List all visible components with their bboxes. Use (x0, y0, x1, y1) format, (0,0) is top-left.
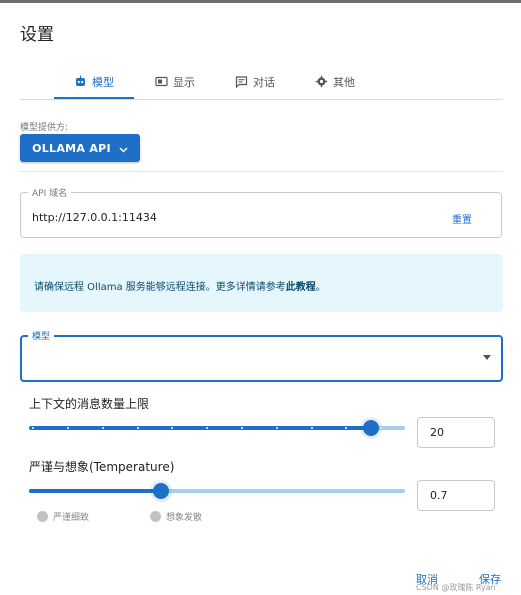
reset-button[interactable]: 重置 (452, 211, 472, 226)
hint-rigorous: 严谨细致 (37, 510, 89, 523)
lightbulb-icon (150, 511, 161, 522)
slider-track (29, 426, 371, 430)
provider-value: OLLAMA API (32, 141, 111, 155)
model-select[interactable] (20, 335, 503, 382)
tab-display[interactable]: 显示 (140, 65, 210, 98)
hint-imaginative: 想象发散 (150, 510, 202, 523)
robot-icon (74, 75, 87, 88)
tab-model-label: 模型 (92, 75, 114, 89)
provider-label: 模型提供方: (20, 123, 69, 133)
tab-other-label: 其他 (333, 75, 355, 89)
slider-mark (345, 427, 347, 429)
hint-imaginative-label: 想象发散 (166, 513, 203, 523)
context-limit-title: 上下文的消息数量上限 (29, 397, 150, 411)
tab-other[interactable]: 其他 (300, 65, 370, 98)
tab-model[interactable]: 模型 (54, 65, 134, 98)
gear-icon (315, 75, 328, 88)
temperature-title: 严谨与想象(Temperature) (29, 460, 175, 474)
context-limit-input[interactable]: 20 (417, 417, 495, 448)
slider-mark (67, 427, 69, 429)
settings-dialog: 设置 模型 显示 对话 其他 模型提供方: OLLAMA API API 域名 … (0, 3, 521, 595)
hint-rigorous-label: 严谨细致 (53, 513, 90, 523)
slider-mark (102, 427, 104, 429)
model-select-label: 模型 (28, 329, 55, 342)
tutorial-link[interactable]: 此教程 (286, 282, 316, 293)
slider-mark (380, 427, 382, 429)
dropdown-caret-icon[interactable] (483, 355, 491, 360)
tab-bar: 模型 显示 对话 其他 (0, 65, 503, 101)
rigorous-icon (37, 511, 48, 522)
chevron-down-icon (119, 144, 128, 153)
api-host-label: API 域名 (28, 186, 72, 199)
slider-mark (32, 427, 34, 429)
dialog-title: 设置 (20, 25, 54, 45)
chat-icon (235, 75, 248, 89)
slider-thumb[interactable] (363, 420, 379, 436)
watermark: CSDN @玫瑰陈 Ryan (416, 583, 496, 592)
tab-bar-divider (20, 99, 503, 100)
info-text-suffix: 。 (315, 282, 326, 293)
api-host-value[interactable]: http://127.0.0.1:11434 (32, 211, 157, 224)
tab-chat[interactable]: 对话 (220, 65, 290, 98)
slider-mark (206, 427, 208, 429)
info-text-body: 请确保远程 Ollama 服务能够远程连接。更多详情请参考 (34, 282, 286, 293)
info-alert-text: 请确保远程 Ollama 服务能够远程连接。更多详情请参考此教程。 (34, 278, 326, 293)
tab-chat-label: 对话 (253, 75, 275, 89)
slider-mark (241, 427, 243, 429)
temperature-input[interactable]: 0.7 (417, 480, 495, 511)
slider-mark (311, 427, 313, 429)
slider-mark (276, 427, 278, 429)
section-divider (20, 171, 503, 172)
slider-thumb[interactable] (153, 483, 169, 499)
slider-mark (171, 427, 173, 429)
slider-track (29, 489, 161, 493)
display-icon (155, 75, 168, 88)
context-limit-slider[interactable] (29, 418, 405, 438)
slider-mark (137, 427, 139, 429)
tab-display-label: 显示 (173, 75, 195, 89)
temperature-slider[interactable] (29, 481, 405, 501)
provider-select-button[interactable]: OLLAMA API (20, 134, 140, 162)
